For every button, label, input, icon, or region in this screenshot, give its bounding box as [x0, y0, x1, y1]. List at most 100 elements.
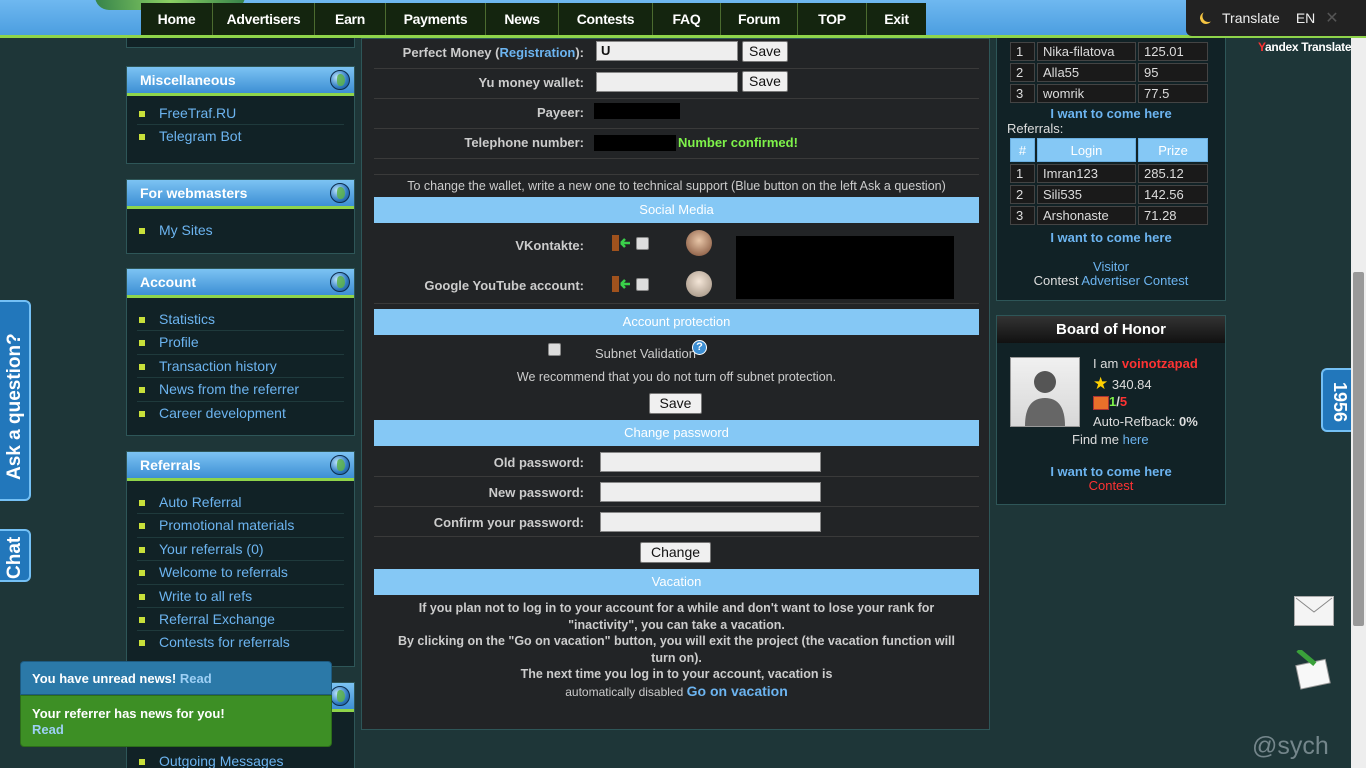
ask-question-tab[interactable]: Ask a question? — [0, 300, 31, 501]
honor-username[interactable]: voinotzapad — [1122, 356, 1198, 371]
wallet-change-note: To change the wallet, write a new one to… — [407, 179, 946, 193]
nav-exit[interactable]: Exit — [867, 3, 926, 35]
language-code[interactable]: EN — [1296, 10, 1315, 26]
nav-home[interactable]: Home — [141, 3, 213, 35]
nav-payments[interactable]: Payments — [386, 3, 486, 35]
close-icon[interactable]: ✕ — [1325, 8, 1338, 28]
sidebar-item-outgoing-messages[interactable]: Outgoing Messages — [137, 750, 344, 768]
globe-icon — [330, 686, 350, 706]
save-protection-button[interactable]: Save — [649, 393, 702, 414]
sidebar-item-promotional-materials[interactable]: Promotional materials — [137, 514, 344, 538]
find-me-link[interactable]: here — [1123, 432, 1149, 447]
sidebar-webmasters: For webmasters My Sites — [126, 179, 355, 254]
avatar — [1010, 357, 1080, 427]
watermark: @sych — [1252, 732, 1329, 760]
read-news-link[interactable]: Read — [180, 671, 212, 686]
advertiser-contest-line: Contest Advertiser Contest — [1033, 273, 1189, 288]
advertiser-contest-link[interactable]: Advertiser Contest — [1081, 273, 1188, 288]
translate-label[interactable]: Translate — [1222, 10, 1280, 26]
sidebar-item-welcome-to-referrals[interactable]: Welcome to referrals — [137, 561, 344, 585]
confirm-password-input[interactable] — [600, 512, 821, 532]
perfect-money-label: Perfect Money (Registration): — [402, 45, 584, 60]
new-password-input[interactable] — [600, 482, 821, 502]
sidebar-item-freetraf[interactable]: FreeTraf.RU — [137, 102, 344, 126]
login-door-icon[interactable] — [611, 234, 633, 254]
nav-top[interactable]: TOP — [798, 3, 867, 35]
come-here-link[interactable]: I want to come here — [997, 464, 1225, 479]
sidebar-heading: Miscellaneous — [127, 67, 354, 96]
sidebar-item-contests-for-referrals[interactable]: Contests for referrals — [137, 631, 344, 654]
nav-earn[interactable]: Earn — [315, 3, 386, 35]
change-password-button[interactable]: Change — [640, 542, 711, 563]
notepad-pencil-icon[interactable] — [1294, 648, 1334, 690]
phone-confirmed-status: Number confirmed! — [678, 135, 798, 150]
top-bar: Home Advertisers Earn Payments News Cont… — [0, 0, 1366, 38]
table-row: 2 Sili535 142.56 — [1010, 185, 1208, 204]
table-header: # Login Prize — [1010, 138, 1208, 162]
go-on-vacation-link[interactable]: Go on vacation — [687, 683, 788, 699]
table-row: 3 womrik 77.5 — [1010, 84, 1208, 103]
mail-icon[interactable] — [1294, 596, 1334, 626]
sidebar-item-career-development[interactable]: Career development — [137, 402, 344, 425]
come-here-link[interactable]: I want to come here — [997, 230, 1225, 245]
sidebar-item-referral-exchange[interactable]: Referral Exchange — [137, 608, 344, 632]
sidebar-item-profile[interactable]: Profile — [137, 331, 344, 355]
sidebar-heading: Account — [127, 269, 354, 298]
nav-contests[interactable]: Contests — [559, 3, 653, 35]
sidebar-item-your-referrals[interactable]: Your referrals (0) — [137, 538, 344, 562]
chat-tab[interactable]: Chat — [0, 529, 31, 582]
sidebar-item-auto-referral[interactable]: Auto Referral — [137, 491, 344, 515]
sidebar-item-news-from-referrer[interactable]: News from the referrer — [137, 378, 344, 402]
main-nav: Home Advertisers Earn Payments News Cont… — [141, 3, 926, 35]
youtube-checkbox[interactable] — [636, 278, 649, 291]
moon-icon — [1198, 10, 1213, 25]
sidebar-item-my-sites[interactable]: My Sites — [137, 219, 344, 242]
subnet-validation-checkbox[interactable] — [548, 343, 561, 356]
sidebar-item-telegram-bot[interactable]: Telegram Bot — [137, 125, 344, 148]
subnet-note: We recommend that you do not turn off su… — [516, 370, 837, 384]
chest-icon — [1093, 395, 1109, 410]
translate-widget[interactable]: Translate EN ✕ — [1186, 0, 1366, 36]
board-of-honor-title: Board of Honor — [997, 316, 1225, 343]
table-row: 1 Imran123 285.12 — [1010, 164, 1208, 183]
honor-level: 1/5 — [1093, 394, 1127, 410]
sidebar-referrals: Referrals Auto Referral Promotional mate… — [126, 451, 355, 667]
referrer-news-notification: Your referrer has news for you! Read — [20, 695, 332, 747]
save-yu-money-button[interactable]: Save — [742, 71, 788, 92]
honor-user-line: I am voinotzapad — [1093, 356, 1198, 371]
star-icon: ★ — [1093, 374, 1109, 393]
read-referrer-news-link[interactable]: Read — [32, 722, 331, 738]
sidebar-item-statistics[interactable]: Statistics — [137, 308, 344, 332]
login-door-icon[interactable] — [611, 275, 633, 295]
old-password-input[interactable] — [600, 452, 821, 472]
sidebar-item-write-to-all-refs[interactable]: Write to all refs — [137, 585, 344, 608]
yu-money-input[interactable] — [596, 72, 738, 92]
globe-icon — [330, 70, 350, 90]
vk-checkbox[interactable] — [636, 237, 649, 250]
sidebar-item-transaction-history[interactable]: Transaction history — [137, 355, 344, 379]
nav-faq[interactable]: FAQ — [653, 3, 721, 35]
vacation-text: If you plan not to log in to your accoun… — [397, 601, 956, 699]
old-password-row: Old password: — [374, 447, 979, 477]
phone-label: Telephone number: — [464, 135, 584, 150]
settings-panel: Perfect Money (Registration): U Save Yu … — [361, 38, 990, 730]
help-icon[interactable]: ? — [692, 340, 707, 355]
save-perfect-money-button[interactable]: Save — [742, 41, 788, 62]
online-counter-tab[interactable]: 1956 — [1321, 368, 1351, 432]
nav-forum[interactable]: Forum — [721, 3, 798, 35]
registration-link[interactable]: Registration — [499, 45, 575, 60]
referrals-label: Referrals: — [1007, 121, 1064, 136]
come-here-link[interactable]: I want to come here — [997, 106, 1225, 121]
nav-advertisers[interactable]: Advertisers — [213, 3, 315, 35]
globe-icon — [330, 272, 350, 292]
visitor-link[interactable]: Visitor — [997, 259, 1225, 274]
redacted-payeer — [594, 103, 680, 119]
page-scrollbar[interactable] — [1351, 38, 1366, 768]
honor-contest-link[interactable]: Contest — [997, 478, 1225, 493]
payeer-row: Payeer: — [374, 99, 979, 129]
scrollbar-thumb[interactable] — [1353, 272, 1364, 626]
top-contest-table: 1 Nika-filatova 125.01 2 Alla55 95 3 womrik 77… — [1008, 40, 1210, 105]
nav-news[interactable]: News — [486, 3, 559, 35]
perfect-money-input[interactable]: U — [596, 41, 738, 61]
redacted-social-accounts — [736, 236, 954, 299]
